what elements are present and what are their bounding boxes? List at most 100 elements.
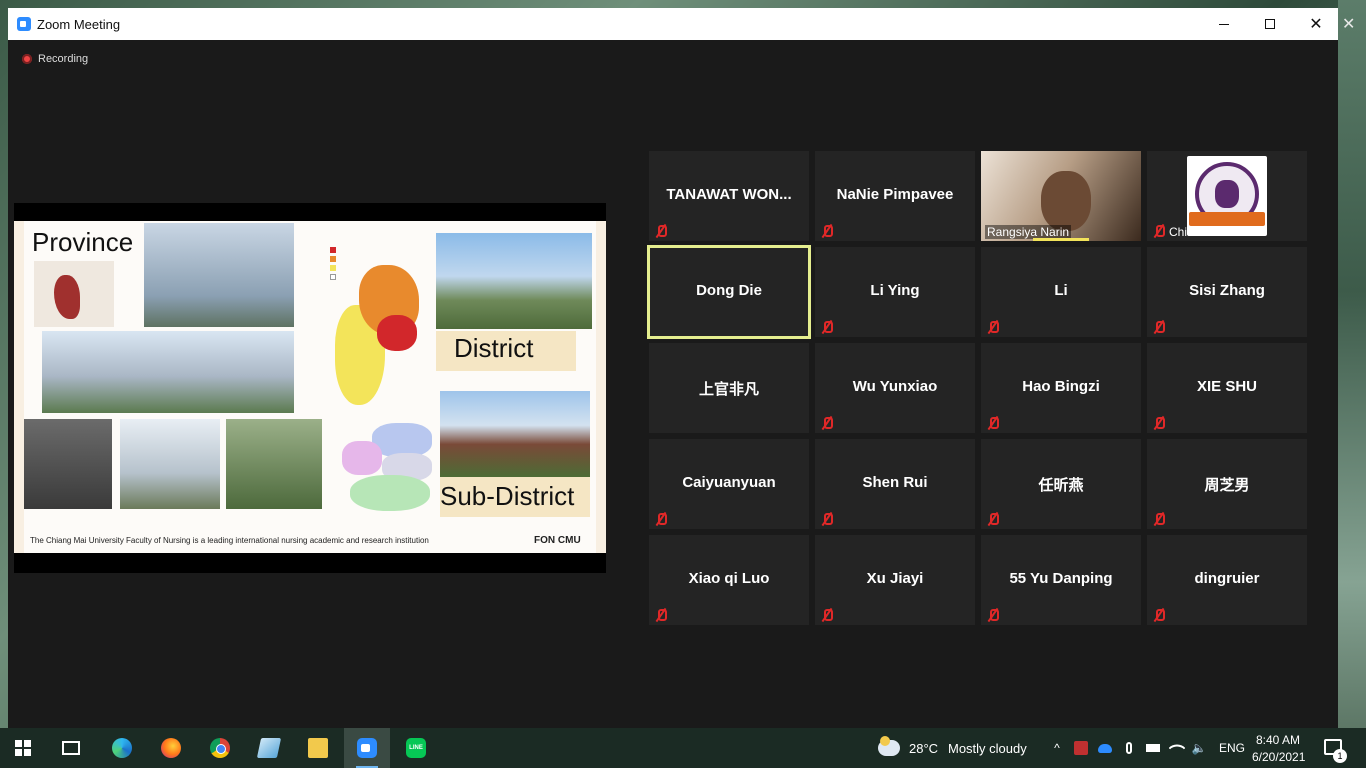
close-button[interactable]: ✕: [1293, 8, 1339, 40]
battery-icon[interactable]: [1146, 741, 1160, 755]
participant-tile[interactable]: Caiyuanyuan: [649, 439, 809, 529]
zoom-taskbar-button[interactable]: [344, 728, 390, 768]
muted-mic-icon: [820, 416, 834, 430]
active-speaker-tile[interactable]: Dong Die: [647, 245, 811, 339]
district-title: District: [454, 333, 534, 363]
participant-tile[interactable]: 任昕燕: [981, 439, 1141, 529]
participant-tile[interactable]: Wu Yunxiao: [815, 343, 975, 433]
participant-name: Li: [1054, 282, 1068, 299]
weather-temperature[interactable]: 28°C: [909, 741, 938, 756]
firefox-icon: [161, 738, 181, 758]
muted-mic-icon: [1152, 224, 1166, 238]
building-photo: [120, 419, 220, 509]
close-icon: ✕: [1309, 16, 1323, 33]
sub-district-title: Sub-District: [440, 481, 575, 511]
shared-screen[interactable]: Province District Sub-District The Chian…: [14, 203, 606, 573]
muted-mic-icon: [654, 608, 668, 622]
participant-tile[interactable]: NaNie Pimpavee: [815, 151, 975, 241]
participant-tile[interactable]: Shen Rui: [815, 439, 975, 529]
language-indicator[interactable]: ENG: [1219, 741, 1245, 755]
start-button[interactable]: [0, 728, 46, 768]
folder-icon: [308, 738, 328, 758]
minimize-icon: [1219, 23, 1229, 25]
participant-name: Dong Die: [696, 282, 762, 299]
participant-tile[interactable]: 55 Yu Danping: [981, 535, 1141, 625]
slide-brand: FON CMU: [534, 535, 581, 546]
chrome-icon: [210, 738, 230, 758]
maximize-icon: [1265, 19, 1275, 29]
line-button[interactable]: LINE: [393, 728, 439, 768]
muted-mic-icon: [820, 320, 834, 334]
task-view-icon: [62, 741, 80, 755]
muted-mic-icon: [820, 608, 834, 622]
participant-tile[interactable]: Sisi Zhang: [1147, 247, 1307, 337]
app-button[interactable]: [246, 728, 292, 768]
sub-district-map: [342, 419, 442, 519]
muted-mic-icon: [986, 320, 1000, 334]
maximize-button[interactable]: [1247, 8, 1293, 40]
participant-name: Xu Jiayi: [866, 570, 924, 587]
participant-tile[interactable]: TANAWAT WON...: [649, 151, 809, 241]
presentation-slide: Province District Sub-District The Chian…: [14, 221, 606, 553]
edge-icon: [112, 738, 132, 758]
district-hospital-photo: [436, 233, 592, 329]
weather-description[interactable]: Mostly cloudy: [948, 741, 1027, 756]
clock[interactable]: 8:40 AM 6/20/2021: [1252, 732, 1305, 766]
recording-label: Recording: [38, 53, 89, 65]
muted-mic-icon: [1152, 416, 1166, 430]
campus-photo: [42, 331, 294, 413]
speaking-indicator: [1033, 238, 1089, 241]
window-title: Zoom Meeting: [37, 17, 121, 32]
participant-name: Wu Yunxiao: [852, 378, 938, 395]
muted-mic-icon: [986, 512, 1000, 526]
university-logo: [1187, 156, 1267, 236]
recording-indicator[interactable]: Recording: [22, 53, 88, 65]
task-view-button[interactable]: [48, 728, 94, 768]
participant-name: Shen Rui: [862, 474, 928, 491]
app-tray-icon[interactable]: [1074, 741, 1088, 755]
participant-tile[interactable]: Xiao qi Luo: [649, 535, 809, 625]
participant-name: Chiara: [1169, 225, 1205, 239]
participant-name: 任昕燕: [1038, 477, 1084, 494]
participant-name: XIE SHU: [1196, 378, 1257, 395]
slide-caption: The Chiang Mai University Faculty of Nur…: [30, 536, 429, 545]
participant-tile[interactable]: Li: [981, 247, 1141, 337]
participant-name: Xiao qi Luo: [688, 570, 770, 587]
participant-tile[interactable]: dingruier: [1147, 535, 1307, 625]
title-bar[interactable]: Zoom Meeting ✕: [8, 8, 1338, 40]
edge-button[interactable]: [99, 728, 145, 768]
volume-icon[interactable]: 🔈: [1192, 741, 1207, 755]
wifi-icon[interactable]: [1168, 739, 1186, 757]
minimize-button[interactable]: [1201, 8, 1247, 40]
microphone-icon[interactable]: [1122, 741, 1136, 755]
desktop-background: [1338, 0, 1366, 728]
participant-name: Sisi Zhang: [1189, 282, 1265, 299]
chrome-button[interactable]: [197, 728, 243, 768]
muted-mic-icon: [1152, 320, 1166, 334]
participant-name: 周芝男: [1204, 477, 1250, 494]
participant-video-tile[interactable]: Rangsiya Narin: [981, 151, 1141, 241]
weather-icon[interactable]: [878, 736, 900, 756]
participant-tile[interactable]: Li Ying: [815, 247, 975, 337]
participant-video: [1041, 171, 1091, 231]
windows-icon: [15, 740, 31, 756]
participant-name: NaNie Pimpavee: [836, 186, 954, 203]
garden-photo: [226, 419, 322, 509]
app-icon: [256, 738, 282, 758]
firefox-button[interactable]: [148, 728, 194, 768]
participant-tile[interactable]: 周芝男: [1147, 439, 1307, 529]
participant-tile[interactable]: 上官非凡: [649, 343, 809, 433]
zoom-app-icon: [17, 17, 31, 31]
participant-tile[interactable]: XIE SHU: [1147, 343, 1307, 433]
participant-tile[interactable]: Xu Jiayi: [815, 535, 975, 625]
building-photo: [24, 419, 112, 509]
recording-icon: [22, 54, 32, 64]
taskbar: LINE: [0, 728, 1366, 768]
onedrive-icon[interactable]: [1098, 744, 1112, 753]
file-explorer-button[interactable]: [295, 728, 341, 768]
participant-name: Li Ying: [870, 282, 920, 299]
participant-name: Hao Bingzi: [1022, 378, 1100, 395]
participant-tile[interactable]: Chiara: [1147, 151, 1307, 241]
show-hidden-icons-chevron-icon[interactable]: ^: [1050, 741, 1064, 755]
participant-tile[interactable]: Hao Bingzi: [981, 343, 1141, 433]
